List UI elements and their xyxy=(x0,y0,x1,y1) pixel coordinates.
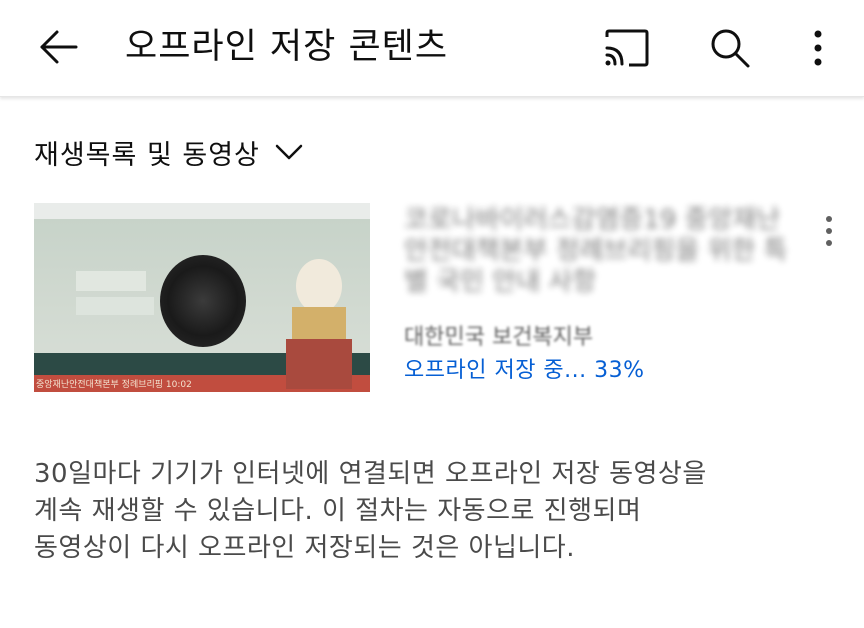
info-line: 계속 재생할 수 있습니다. 이 절차는 자동으로 진행되며 xyxy=(34,496,642,526)
thumbnail-emblem xyxy=(160,255,246,347)
search-button[interactable] xyxy=(700,20,760,76)
video-list-item[interactable]: 중앙재난안전대책본부 정례브리핑 10:02 코로나바이러스감염증19 중앙재난… xyxy=(34,203,864,395)
more-vertical-icon xyxy=(814,30,822,66)
info-line: 동영상이 다시 오프라인 저장되는 것은 아닙니다. xyxy=(34,533,575,563)
thumbnail-person xyxy=(296,259,342,313)
video-more-button[interactable] xyxy=(812,207,846,255)
video-title[interactable]: 코로나바이러스감염증19 중앙재난안전대책본부 정례브리핑을 위한 특별 국민 … xyxy=(404,205,800,298)
offline-content-screen: 오프라인 저장 콘텐츠 재생목록 및 동영상 중앙재난안전대책본부 정례브리핑 … xyxy=(0,0,864,628)
thumbnail-person-jacket xyxy=(286,339,352,389)
chevron-down-icon xyxy=(274,142,304,162)
content-filter-dropdown[interactable]: 재생목록 및 동영상 xyxy=(34,130,304,174)
search-icon xyxy=(711,29,750,68)
app-bar: 오프라인 저장 콘텐츠 xyxy=(0,0,864,97)
info-line: 30일마다 기기가 인터넷에 연결되면 오프라인 저장 동영상을 xyxy=(34,459,707,489)
page-title: 오프라인 저장 콘텐츠 xyxy=(125,27,449,67)
offline-info-text: 30일마다 기기가 인터넷에 연결되면 오프라인 저장 동영상을 계속 재생할 … xyxy=(34,456,834,567)
cast-icon xyxy=(605,29,649,67)
thumbnail-frame xyxy=(34,203,370,219)
more-vertical-icon xyxy=(826,216,832,246)
download-status: 오프라인 저장 중... 33% xyxy=(404,358,645,383)
thumbnail-text-blur xyxy=(76,297,154,315)
thumbnail-text-blur xyxy=(76,271,146,291)
video-channel: 대한민국 보건복지부 xyxy=(404,325,594,350)
cast-button[interactable] xyxy=(596,20,658,76)
filter-label: 재생목록 및 동영상 xyxy=(34,139,260,171)
arrow-left-icon xyxy=(40,30,78,64)
video-thumbnail[interactable]: 중앙재난안전대책본부 정례브리핑 10:02 xyxy=(34,203,370,392)
more-options-button[interactable] xyxy=(796,20,840,76)
back-button[interactable] xyxy=(30,22,86,72)
thumbnail-caption: 중앙재난안전대책본부 정례브리핑 10:02 xyxy=(36,380,192,390)
